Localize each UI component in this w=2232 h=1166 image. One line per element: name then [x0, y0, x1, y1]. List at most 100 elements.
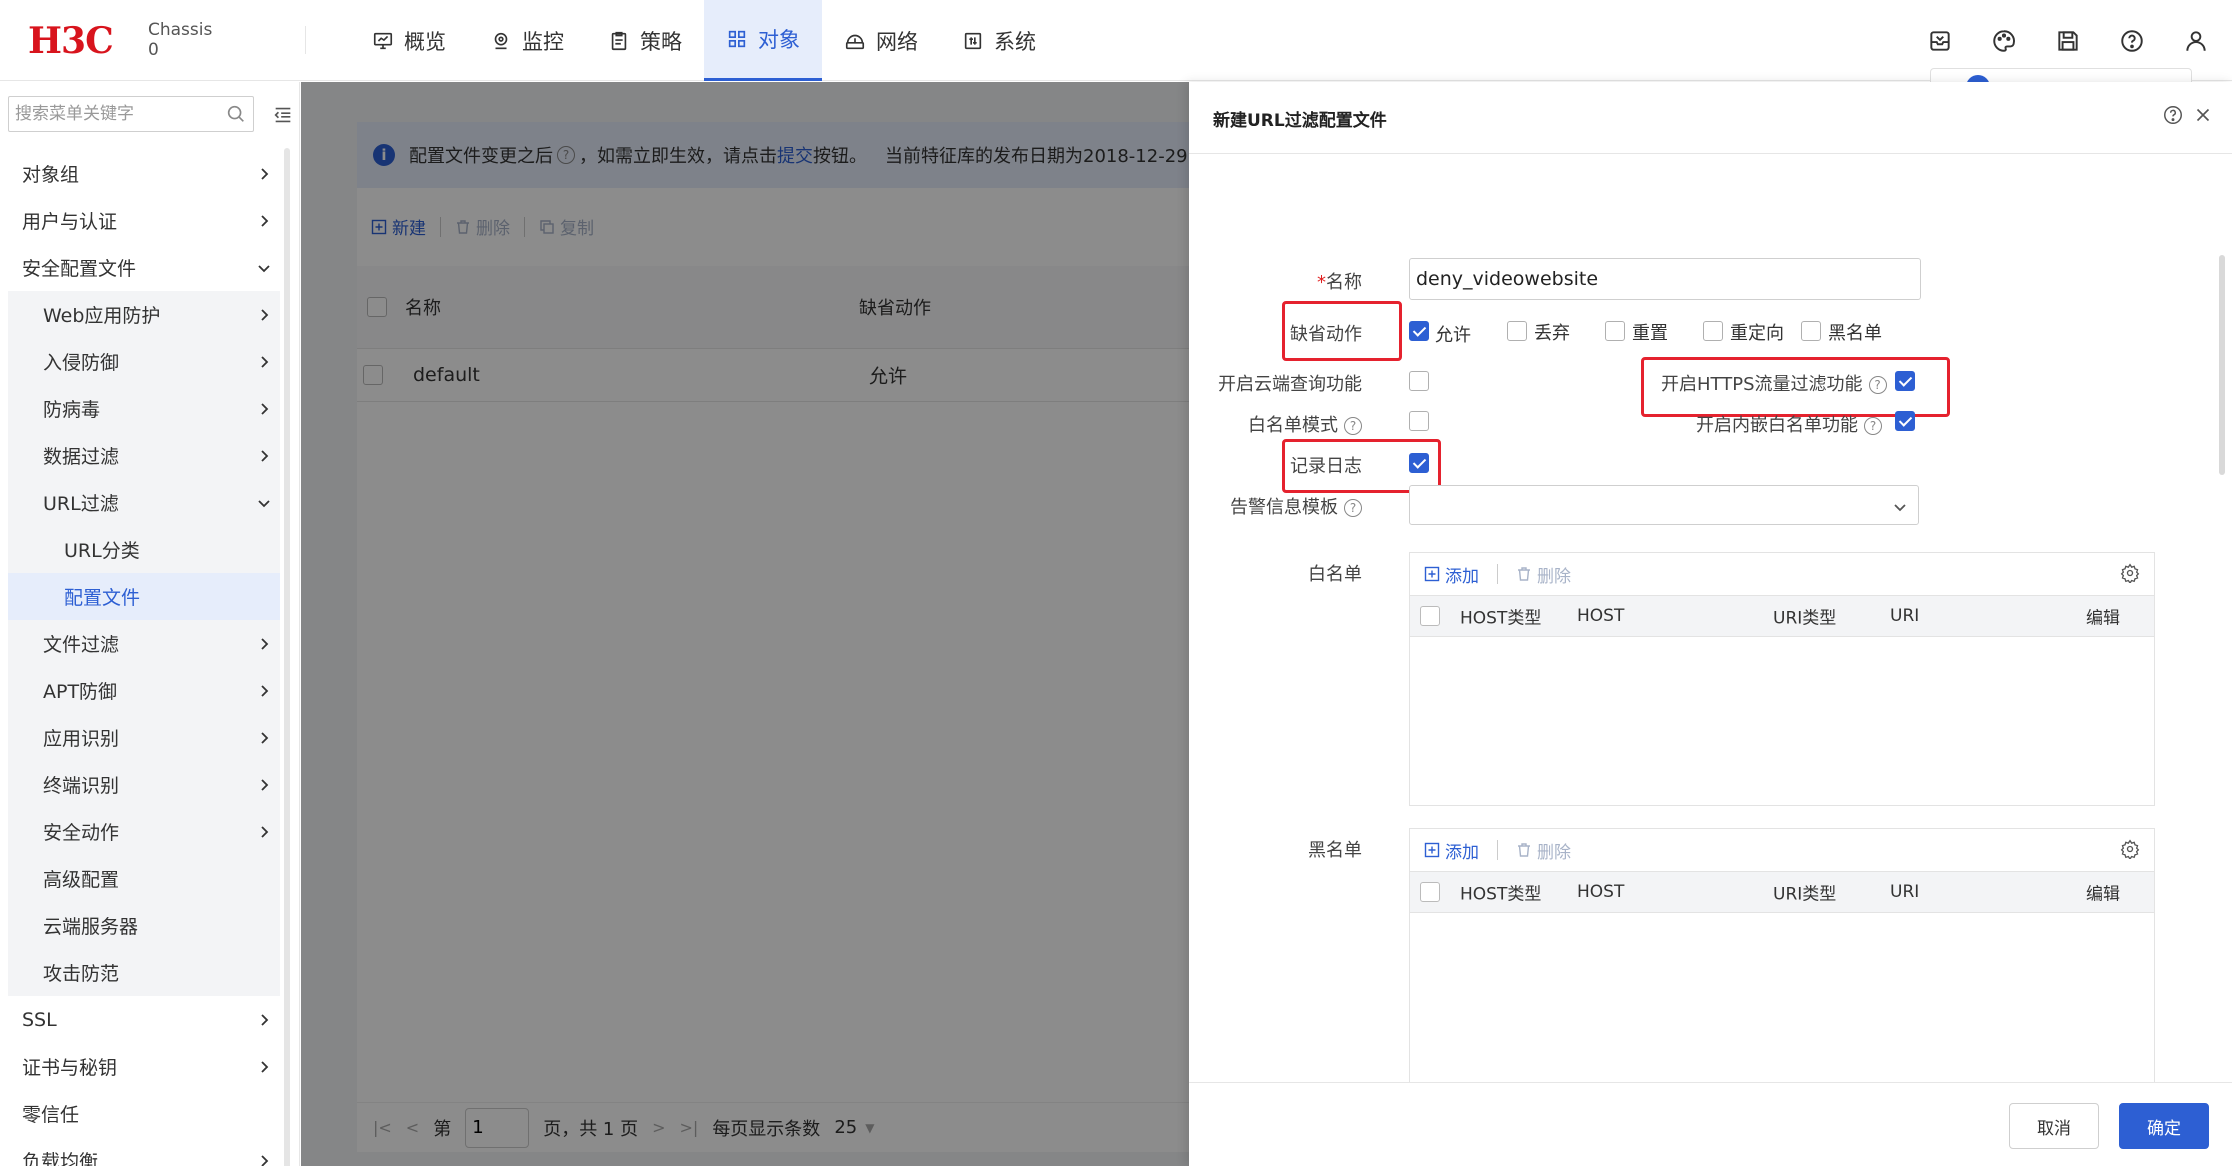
- inbox-icon[interactable]: [1924, 25, 1956, 57]
- brand-logo[interactable]: H3C: [28, 20, 114, 62]
- builtin-whitelist-checkbox[interactable]: [1895, 411, 1915, 431]
- nav-system[interactable]: 系统: [940, 0, 1058, 81]
- sidebar-item-label: 负载均衡: [22, 1151, 99, 1166]
- sidebar-item-advanced[interactable]: 高级配置: [8, 855, 280, 902]
- top-divider: [305, 26, 306, 54]
- help-icon[interactable]: [2116, 25, 2148, 57]
- add-label: 添加: [1445, 842, 1479, 863]
- nav-policy[interactable]: 策略: [586, 0, 704, 81]
- name-input[interactable]: [1409, 258, 1921, 300]
- blacklist-add-button[interactable]: 添加: [1424, 838, 1479, 863]
- chevron-right-icon: [261, 1154, 269, 1166]
- toolbar-divider: [1497, 564, 1498, 584]
- sidebar-item-label: 用户与认证: [22, 211, 118, 233]
- sidebar-item-ips[interactable]: 入侵防御: [8, 338, 280, 385]
- help-icon[interactable]: [2162, 104, 2184, 126]
- action-reset-checkbox[interactable]: [1605, 321, 1625, 341]
- sidebar: 对象组 用户与认证 安全配置文件 Web应用防护 入侵防御 防病毒 数据过滤 U…: [0, 82, 300, 1166]
- sidebar-item-label: 攻击防范: [43, 963, 120, 985]
- palette-icon[interactable]: [1988, 25, 2020, 57]
- whitelist-table: 添加 删除 HOST类型 HOST URI类型 URI 编辑: [1409, 552, 2155, 806]
- sidebar-scrollbar[interactable]: [284, 148, 290, 1166]
- save-icon[interactable]: [2052, 25, 2084, 57]
- question-icon[interactable]: ?: [1868, 376, 1887, 394]
- nav-object[interactable]: 对象: [704, 0, 822, 81]
- sidebar-item-app-identify[interactable]: 应用识别: [8, 714, 280, 761]
- sidebar-item-apt[interactable]: APT防御: [8, 667, 280, 714]
- sidebar-item-url-category[interactable]: URL分类: [8, 526, 280, 573]
- nav-label: 对象: [758, 28, 800, 52]
- gear-icon[interactable]: [2120, 563, 2140, 583]
- dialog-footer: 取消 确定: [1189, 1082, 2232, 1166]
- sidebar-item-ssl[interactable]: SSL: [8, 996, 280, 1043]
- action-drop-checkbox[interactable]: [1507, 321, 1527, 341]
- close-icon[interactable]: [2192, 104, 2214, 126]
- nav-overview[interactable]: 概览: [350, 0, 468, 81]
- name-label: *名称: [1317, 272, 1362, 293]
- chevron-right-icon: [261, 308, 269, 321]
- nav-monitor[interactable]: 监控: [468, 0, 586, 81]
- ok-button[interactable]: 确定: [2119, 1103, 2209, 1149]
- sidebar-item-label: 证书与秘钥: [22, 1057, 118, 1079]
- whitelist-add-button[interactable]: 添加: [1424, 562, 1479, 587]
- sidebar-item-label: APT防御: [43, 681, 118, 703]
- cancel-button[interactable]: 取消: [2009, 1103, 2099, 1149]
- dialog-header: 新建URL过滤配置文件: [1189, 82, 2232, 154]
- column-header-uri: URI: [1890, 606, 1920, 626]
- action-redirect-checkbox[interactable]: [1703, 321, 1723, 341]
- whitelist-header: HOST类型 HOST URI类型 URI 编辑: [1410, 595, 2154, 637]
- chevron-down-icon: [1894, 504, 1906, 512]
- user-icon[interactable]: [2180, 25, 2212, 57]
- blacklist-delete-button[interactable]: 删除: [1516, 838, 1571, 863]
- sidebar-item-label: URL过滤: [43, 493, 119, 515]
- sidebar-item-zero-trust[interactable]: 零信任: [8, 1090, 280, 1137]
- whitelist-mode-label: 白名单模式?: [1248, 411, 1362, 437]
- whitelist-mode-checkbox[interactable]: [1409, 411, 1429, 431]
- sidebar-item-terminal-identify[interactable]: 终端识别: [8, 761, 280, 808]
- chevron-right-icon: [261, 167, 269, 180]
- action-allow-checkbox[interactable]: [1409, 321, 1429, 341]
- sidebar-item-data-filter[interactable]: 数据过滤: [8, 432, 280, 479]
- dialog-scrollbar[interactable]: [2219, 255, 2225, 475]
- sidebar-item-object-group[interactable]: 对象组: [8, 150, 280, 197]
- whitelist-select-all-checkbox[interactable]: [1420, 606, 1440, 626]
- sidebar-item-cloud-server[interactable]: 云端服务器: [8, 902, 280, 949]
- cloud-query-checkbox[interactable]: [1409, 371, 1429, 391]
- sidebar-item-waf[interactable]: Web应用防护: [8, 291, 280, 338]
- blacklist-select-all-checkbox[interactable]: [1420, 882, 1440, 902]
- main-nav: 概览 监控 策略 对象 网络 系统: [350, 0, 1058, 81]
- menu-search-input[interactable]: [9, 97, 209, 131]
- whitelist-label: 白名单: [1308, 564, 1362, 585]
- sidebar-item-security-action[interactable]: 安全动作: [8, 808, 280, 855]
- log-checkbox[interactable]: [1409, 453, 1429, 473]
- sidebar-item-cert-key[interactable]: 证书与秘钥: [8, 1043, 280, 1090]
- collapse-sidebar-icon[interactable]: [272, 104, 294, 126]
- chevron-down-icon: [258, 264, 270, 272]
- gear-icon[interactable]: [2120, 839, 2140, 859]
- sidebar-item-user-auth[interactable]: 用户与认证: [8, 197, 280, 244]
- sidebar-item-file-filter[interactable]: 文件过滤: [8, 620, 280, 667]
- sidebar-item-security-profile[interactable]: 安全配置文件: [8, 244, 280, 291]
- question-icon[interactable]: ?: [1864, 417, 1882, 435]
- sidebar-item-url-filter[interactable]: URL过滤: [8, 479, 280, 526]
- dialog-title: 新建URL过滤配置文件: [1213, 111, 1387, 131]
- nav-label: 网络: [876, 29, 918, 54]
- chevron-right-icon: [261, 825, 269, 838]
- nav-network[interactable]: 网络: [822, 0, 940, 81]
- column-header-host: HOST: [1577, 606, 1625, 626]
- action-blacklist-checkbox[interactable]: [1801, 321, 1821, 341]
- search-icon[interactable]: [225, 103, 247, 125]
- sidebar-item-antivirus[interactable]: 防病毒: [8, 385, 280, 432]
- sidebar-item-load-balance[interactable]: 负载均衡: [8, 1137, 280, 1166]
- blacklist-toolbar: 添加 删除: [1410, 829, 2154, 871]
- question-icon[interactable]: ?: [1344, 499, 1362, 517]
- whitelist-delete-button[interactable]: 删除: [1516, 562, 1571, 587]
- sidebar-item-attack-defense[interactable]: 攻击防范: [8, 949, 280, 996]
- alarm-template-label: 告警信息模板?: [1230, 493, 1362, 519]
- modal-mask[interactable]: [301, 82, 1189, 1166]
- monitor-icon: [373, 32, 393, 49]
- sidebar-item-profile[interactable]: 配置文件: [8, 573, 280, 620]
- question-icon[interactable]: ?: [1344, 417, 1362, 435]
- alarm-template-select[interactable]: [1409, 485, 1919, 525]
- https-filter-checkbox[interactable]: [1895, 371, 1915, 391]
